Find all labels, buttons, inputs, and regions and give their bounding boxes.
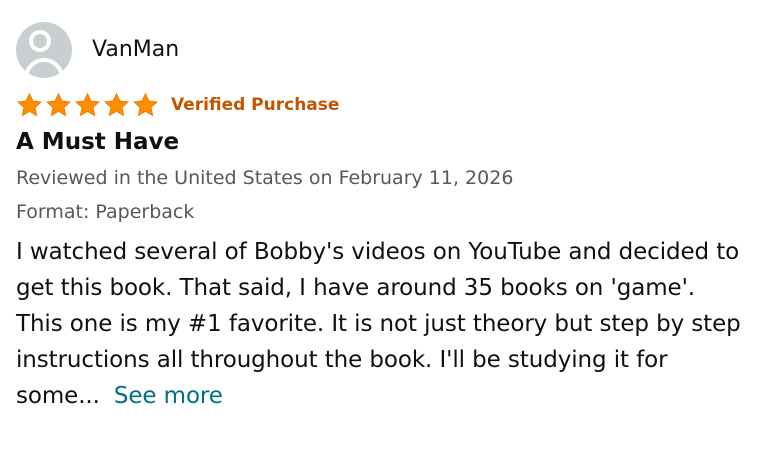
review-body: I watched several of Bobby's videos on Y…: [16, 234, 744, 414]
avatar-icon[interactable]: [16, 22, 72, 78]
avatar-head: [29, 30, 51, 52]
reviewer-name[interactable]: VanMan: [92, 39, 179, 61]
star-icon: [17, 92, 42, 117]
see-more-link[interactable]: See more: [114, 383, 223, 409]
reviewer-profile[interactable]: VanMan: [16, 22, 746, 78]
verified-purchase-badge: Verified Purchase: [171, 94, 340, 115]
star-icon: [104, 92, 129, 117]
star-icon: [133, 92, 158, 117]
review-card: VanMan Verified Purchase A Must Have Rev…: [16, 22, 746, 414]
avatar-shoulders: [24, 58, 64, 78]
rating-row: Verified Purchase: [16, 92, 746, 118]
star-icon: [75, 92, 100, 117]
star-rating[interactable]: [16, 92, 159, 118]
review-title[interactable]: A Must Have: [16, 128, 746, 156]
product-format: Format: Paperback: [16, 201, 195, 223]
review-date: Reviewed in the United States on Februar…: [16, 167, 514, 189]
star-icon: [46, 92, 71, 117]
